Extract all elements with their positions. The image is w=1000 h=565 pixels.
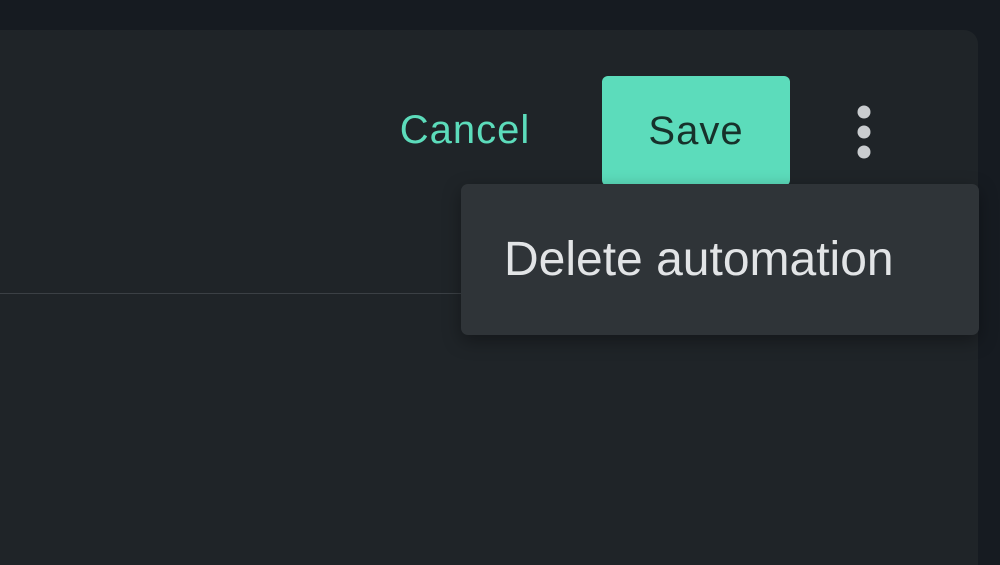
- section-divider: [0, 293, 470, 294]
- save-button[interactable]: Save: [602, 76, 790, 186]
- overflow-menu: Delete automation: [461, 184, 979, 335]
- menu-item-delete-automation[interactable]: Delete automation: [461, 184, 979, 335]
- editor-screen: Cancel Save Delete automation: [0, 0, 1000, 565]
- more-options-button[interactable]: [838, 92, 890, 172]
- cancel-button[interactable]: Cancel: [378, 80, 552, 180]
- more-vertical-icon: [857, 105, 871, 159]
